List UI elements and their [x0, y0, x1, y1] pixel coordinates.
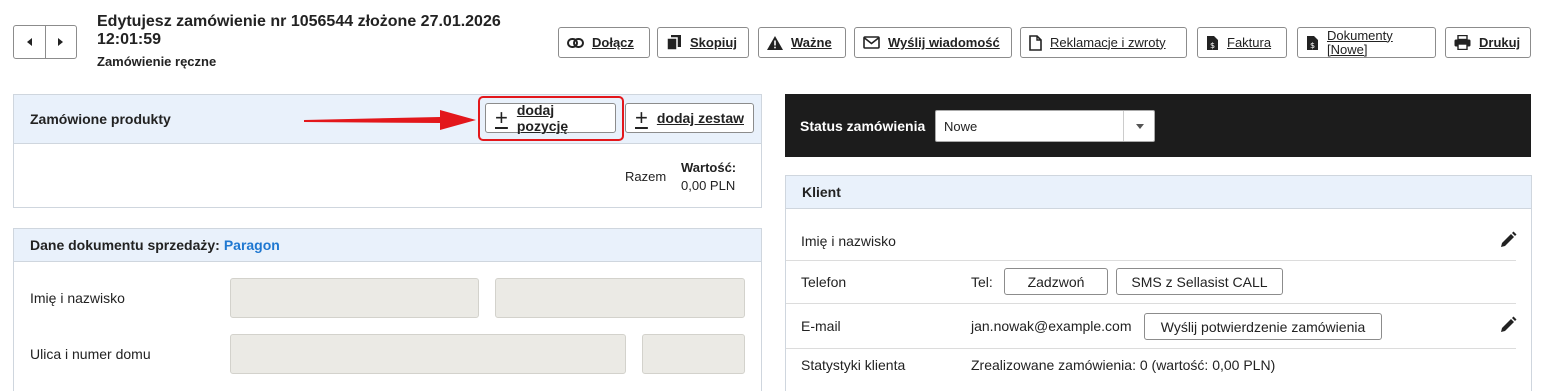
send-message-button[interactable]: Wyślij wiadomość [854, 27, 1012, 58]
sales-document-header: Dane dokumentu sprzedaży: Paragon [14, 229, 761, 262]
printer-icon [1454, 35, 1471, 50]
previous-order-button[interactable] [14, 26, 45, 58]
copy-button[interactable]: Skopiuj [657, 27, 749, 58]
documents-label: Dokumenty [Nowe] [1327, 27, 1393, 57]
copy-icon [666, 35, 681, 51]
sales-document-title: Dane dokumentu sprzedaży: [30, 237, 220, 253]
plus-icon: + [495, 105, 508, 130]
street-label: Ulica i numer domu [30, 346, 151, 362]
row-divider [786, 348, 1516, 349]
invoice-icon: $ [1207, 35, 1218, 50]
svg-text:$: $ [1310, 41, 1315, 50]
order-navigation [13, 25, 77, 59]
add-set-button[interactable]: + dodaj zestaw [625, 103, 754, 133]
ordered-products-title: Zamówione produkty [30, 111, 171, 127]
house-number-input[interactable] [642, 334, 745, 374]
value-label: Wartość: [681, 160, 737, 175]
svg-text:$: $ [1210, 41, 1215, 50]
total-label: Razem [625, 169, 667, 184]
add-item-button[interactable]: + dodaj pozycję [485, 102, 616, 134]
document-type-link[interactable]: Paragon [224, 237, 280, 253]
status-label: Status zamówienia [800, 118, 926, 134]
chevron-right-icon [58, 38, 64, 46]
row-divider [786, 303, 1516, 304]
documents-button[interactable]: $ Dokumenty [Nowe] [1297, 27, 1436, 58]
status-select[interactable]: Nowe [935, 110, 1155, 142]
chevron-left-icon [26, 38, 32, 46]
print-button[interactable]: Drukuj [1445, 27, 1531, 58]
document-icon [1029, 34, 1042, 51]
warning-icon [767, 35, 783, 50]
attach-button[interactable]: Dołącz [558, 27, 650, 58]
order-status-bar: Status zamówienia Nowe [785, 94, 1531, 157]
add-item-label: dodaj pozycję [516, 102, 569, 134]
plus-icon: + [635, 105, 648, 130]
call-button[interactable]: Zadzwoń [1004, 268, 1108, 295]
last-name-input[interactable] [495, 278, 745, 318]
row-divider [786, 260, 1516, 261]
client-header: Klient [786, 176, 1531, 209]
status-value: Nowe [944, 119, 978, 134]
complaints-label: Reklamacje i zwroty [1050, 34, 1166, 50]
name-label: Imię i nazwisko [30, 290, 125, 306]
edit-email-icon[interactable] [1499, 316, 1517, 334]
envelope-icon [863, 36, 880, 49]
street-input[interactable] [230, 334, 626, 374]
email-value: jan.nowak@example.com [971, 318, 1132, 334]
phone-label: Telefon [801, 274, 847, 290]
first-name-input[interactable] [230, 278, 479, 318]
next-order-button[interactable] [44, 26, 77, 58]
client-name-label: Imię i nazwisko [801, 233, 896, 249]
attach-label: Dołącz [592, 35, 634, 50]
edit-name-icon[interactable] [1499, 231, 1517, 249]
chevron-down-icon [1136, 124, 1144, 129]
send-message-label: Wyślij wiadomość [888, 35, 1000, 50]
print-label: Drukuj [1479, 35, 1521, 50]
important-button[interactable]: Ważne [758, 27, 846, 58]
arrow-annotation-icon [304, 110, 476, 130]
select-divider [1123, 111, 1124, 141]
order-type: Zamówienie ręczne [97, 54, 217, 69]
documents-icon: $ [1307, 35, 1318, 50]
send-confirmation-button[interactable]: Wyślij potwierdzenie zamówienia [1144, 313, 1382, 340]
tel-prefix: Tel: [971, 274, 993, 290]
stats-label: Statystyki klienta [801, 357, 906, 373]
invoice-button[interactable]: $ Faktura [1197, 27, 1287, 58]
page-title: Edytujesz zamówienie nr 1056544 złożone … [97, 13, 501, 48]
invoice-label: Faktura [1227, 34, 1272, 50]
complaints-button[interactable]: Reklamacje i zwroty [1020, 27, 1187, 58]
stats-value: Zrealizowane zamówienia: 0 (wartość: 0,0… [971, 357, 1276, 373]
email-label: E-mail [801, 318, 841, 334]
add-set-label: dodaj zestaw [656, 110, 744, 126]
link-icon [567, 37, 584, 48]
client-title: Klient [802, 184, 841, 200]
sms-button[interactable]: SMS z Sellasist CALL [1116, 268, 1283, 295]
important-label: Ważne [791, 35, 832, 50]
copy-label: Skopiuj [690, 35, 737, 50]
total-value: 0,00 PLN [681, 178, 736, 193]
